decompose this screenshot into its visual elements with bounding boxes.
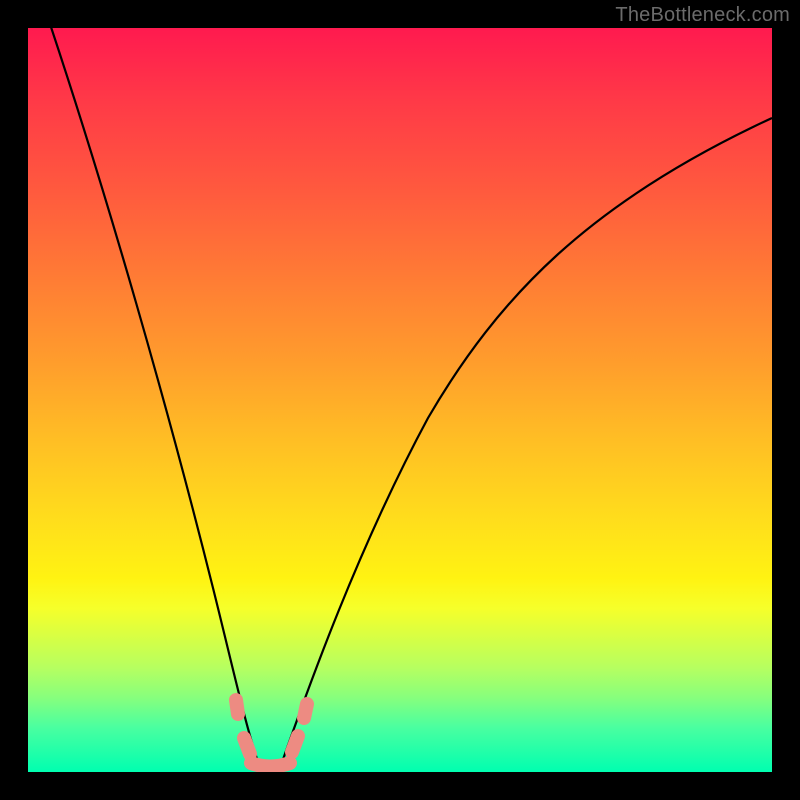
curve-layer	[28, 28, 772, 772]
chart-frame: TheBottleneck.com	[0, 0, 800, 800]
min-marker-left-low	[244, 738, 250, 754]
watermark-text: TheBottleneck.com	[615, 4, 790, 27]
curve-left-arm	[48, 28, 260, 768]
min-marker-right-low	[292, 736, 298, 752]
curve-right-arm	[280, 118, 772, 768]
plot-area	[28, 28, 772, 772]
min-marker-left	[236, 700, 238, 714]
min-marker-right	[304, 704, 307, 718]
min-marker-trough	[251, 763, 290, 767]
